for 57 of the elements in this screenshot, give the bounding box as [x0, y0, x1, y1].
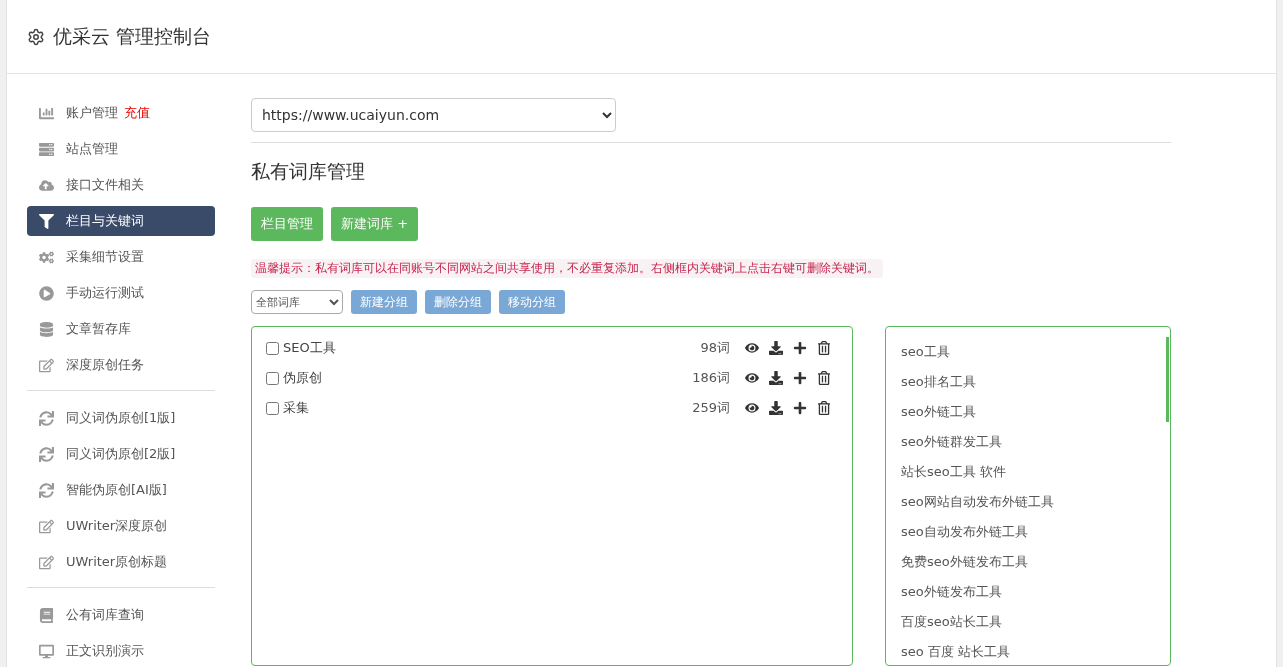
word-count: 98词 — [700, 339, 730, 357]
scrollbar-thumb[interactable] — [1166, 337, 1169, 422]
sidebar-item[interactable]: UWriter原创标题 — [27, 547, 215, 577]
keyword-item[interactable]: seo外链发布工具 — [901, 577, 1002, 607]
library-name: 采集 — [283, 399, 310, 417]
keyword-item[interactable]: seo自动发布外链工具 — [901, 517, 1028, 547]
play-icon — [39, 285, 54, 301]
section-heading: 私有词库管理 — [251, 159, 366, 184]
word-count: 186词 — [692, 369, 730, 387]
filter-icon — [39, 213, 54, 229]
keyword-item[interactable]: seo网站自动发布外链工具 — [901, 487, 1054, 517]
gears-icon — [39, 249, 54, 265]
keyword-item[interactable]: seo外链工具 — [901, 397, 976, 427]
library-name: SEO工具 — [283, 339, 337, 357]
keyword-item[interactable]: seo 百度 站长工具 — [901, 637, 1010, 667]
sidebar-item[interactable]: 智能伪原创[AI版] — [27, 475, 215, 505]
library-checkbox[interactable] — [266, 401, 279, 415]
library-filter-select[interactable]: 全部词库 — [251, 290, 343, 314]
book-icon — [39, 607, 54, 623]
keyword-item[interactable]: 百度seo站长工具 — [901, 607, 1002, 637]
monitor-icon — [39, 643, 54, 659]
refresh-icon — [39, 482, 54, 498]
sidebar-item[interactable]: 接口文件相关 — [27, 170, 215, 200]
edit-icon — [39, 518, 54, 534]
sidebar-item[interactable]: 站点管理 — [27, 134, 215, 164]
keyword-item[interactable]: seo工具 — [901, 337, 950, 367]
server-icon — [39, 141, 54, 157]
sidebar-item[interactable]: 栏目与关键词 — [27, 206, 215, 236]
keyword-item[interactable]: 免费seo外链发布工具 — [901, 547, 1028, 577]
edit-icon — [39, 357, 54, 373]
sidebar-item[interactable]: 公有词库查询 — [27, 600, 215, 630]
keyword-item[interactable]: seo外链群发工具 — [901, 427, 1002, 457]
edit-icon — [39, 554, 54, 570]
sidebar-item[interactable]: 正文识别演示 — [27, 636, 215, 666]
sidebar-item[interactable]: 深度原创任务 — [27, 350, 215, 380]
settings-icon — [27, 27, 45, 46]
console-title: 优采云 管理控制台 — [53, 23, 212, 49]
keyword-item[interactable]: seo排名工具 — [901, 367, 976, 397]
database-icon — [39, 321, 54, 337]
refresh-icon — [39, 410, 54, 426]
library-name: 伪原创 — [283, 369, 323, 387]
sidebar-item[interactable]: 采集细节设置 — [27, 242, 215, 272]
library-checkbox[interactable] — [266, 371, 279, 385]
sidebar-item[interactable]: 手动运行测试 — [27, 278, 215, 308]
sidebar-item[interactable]: 同义词伪原创[2版] — [27, 439, 215, 469]
sidebar-item[interactable]: UWriter深度原创 — [27, 511, 215, 541]
sidebar-item[interactable]: 同义词伪原创[1版] — [27, 403, 215, 433]
sidebar-item[interactable]: 账户管理 充值 — [27, 98, 215, 128]
keyword-item[interactable]: 站长seo工具 软件 — [901, 457, 1006, 487]
library-checkbox[interactable] — [266, 341, 279, 355]
tip-text: 温馨提示：私有词库可以在同账号不同网站之间共享使用，不必重复添加。右侧框内关键词上点击右键可删除关键词。 — [251, 259, 883, 278]
chart-icon — [39, 105, 54, 121]
site-select[interactable]: https://www.ucaiyun.com — [251, 98, 616, 132]
cloud-upload-icon — [39, 177, 54, 193]
refresh-icon — [39, 446, 54, 462]
sidebar-item[interactable]: 文章暂存库 — [27, 314, 215, 344]
word-count: 259词 — [692, 399, 730, 417]
